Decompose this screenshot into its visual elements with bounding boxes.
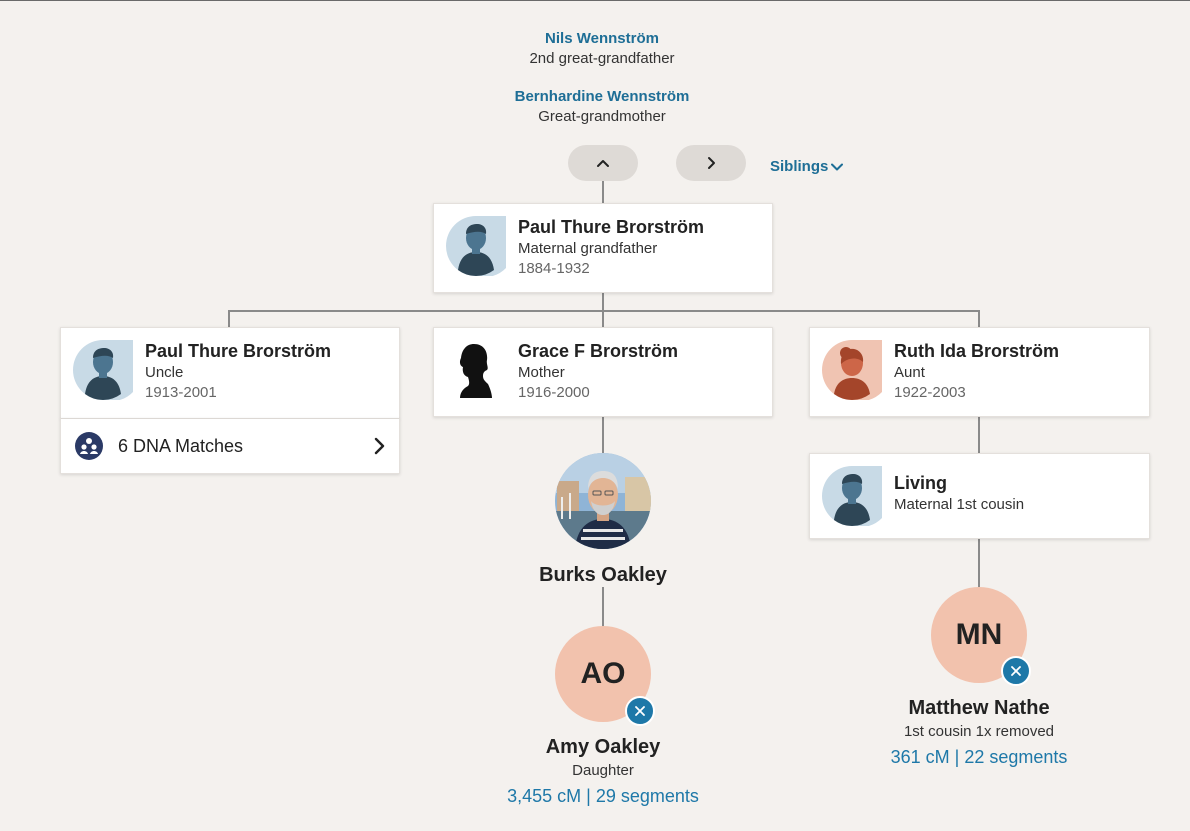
dna-helix-icon [1011, 666, 1021, 676]
chevron-right-icon [708, 157, 715, 169]
female-profile-silhouette-icon [446, 340, 506, 400]
connector-line [228, 310, 980, 312]
person-name: Living [894, 473, 947, 493]
connector-line [602, 416, 604, 454]
match-dna-link[interactable]: 3,455 cM | 29 segments [453, 782, 753, 810]
person-card-uncle[interactable]: Paul Thure Brorström Uncle 1913-2001 [60, 327, 400, 419]
up-generation-button[interactable] [568, 145, 638, 181]
dna-matches-label: 6 DNA Matches [118, 436, 244, 456]
self-label: Burks Oakley [453, 562, 753, 588]
person-relation: Uncle [145, 364, 184, 381]
ancestor-relation: Great-grandmother [538, 108, 666, 125]
male-silhouette-icon [822, 466, 882, 526]
person-relation: Maternal 1st cousin [894, 496, 1025, 513]
person-years: 1922-2003 [894, 384, 966, 401]
person-card-grandfather[interactable]: Paul Thure Brorström Maternal grandfathe… [433, 203, 773, 293]
person-card-mother[interactable]: Grace F Brorström Mother 1916-2000 [433, 327, 773, 417]
person-name: Grace F Brorström [518, 341, 679, 361]
initials: MN [955, 618, 1003, 651]
siblings-label: Siblings [770, 158, 829, 175]
dna-matches-icon [75, 432, 103, 460]
match-name: Amy Oakley [545, 736, 661, 758]
connector-line [978, 537, 980, 587]
male-silhouette-icon [73, 340, 133, 400]
connector-line [602, 292, 604, 312]
person-relation: Maternal grandfather [518, 240, 658, 257]
dna-badge-icon [1001, 656, 1031, 686]
match-dna-link[interactable]: 361 cM | 22 segments [829, 743, 1129, 771]
connector-line [978, 310, 980, 328]
next-button[interactable] [676, 145, 746, 181]
person-relation: Mother [518, 364, 565, 381]
ancestor-name[interactable]: Bernhardine Wennström [402, 87, 802, 107]
dna-helix-icon [635, 706, 645, 716]
chevron-right-icon [374, 437, 385, 455]
person-card-aunt[interactable]: Ruth Ida Brorström Aunt 1922-2003 [809, 327, 1150, 417]
top-divider [0, 0, 1190, 1]
match-relation: Daughter [572, 762, 634, 779]
match-avatar-mn[interactable]: MN [931, 587, 1031, 686]
ancestor-relation: 2nd great-grandfather [529, 50, 675, 67]
ancestor-bernhardine[interactable]: Bernhardine Wennström Great-grandmother [402, 87, 802, 127]
person-card-cousin[interactable]: Living Maternal 1st cousin [809, 453, 1150, 539]
person-name: Paul Thure Brorström [145, 341, 332, 361]
connector-line [602, 181, 604, 204]
person-years: 1916-2000 [518, 384, 590, 401]
connector-line [602, 587, 604, 627]
chevron-up-icon [597, 160, 609, 167]
chevron-down-icon [831, 163, 844, 171]
person-name: Paul Thure Brorström [518, 217, 705, 237]
person-years: 1913-2001 [145, 384, 217, 401]
profile-photo[interactable] [555, 453, 651, 549]
ancestor-name[interactable]: Nils Wennström [402, 29, 802, 49]
match-name: Matthew Nathe [908, 697, 1050, 719]
daughter-label: Amy Oakley Daughter 3,455 cM | 29 segmen… [453, 734, 753, 810]
dna-matches-row[interactable]: 6 DNA Matches [60, 418, 400, 474]
connector-line [602, 310, 604, 328]
dna-badge-icon [625, 696, 655, 726]
cousin-match-label: Matthew Nathe 1st cousin 1x removed 361 … [829, 695, 1129, 771]
female-silhouette-icon [822, 340, 882, 400]
initials: AO [580, 657, 626, 690]
match-avatar-ao[interactable]: AO [555, 626, 655, 726]
connector-line [978, 416, 980, 454]
match-relation: 1st cousin 1x removed [903, 723, 1055, 740]
person-name: Ruth Ida Brorström [894, 341, 1060, 361]
profile-photo-image [555, 453, 651, 549]
siblings-dropdown[interactable]: Siblings [770, 157, 844, 177]
connector-line [228, 310, 230, 328]
self-name: Burks Oakley [539, 564, 667, 586]
ancestor-nils[interactable]: Nils Wennström 2nd great-grandfather [402, 29, 802, 69]
male-silhouette-icon [446, 216, 506, 276]
person-relation: Aunt [894, 364, 925, 381]
person-years: 1884-1932 [518, 260, 590, 277]
